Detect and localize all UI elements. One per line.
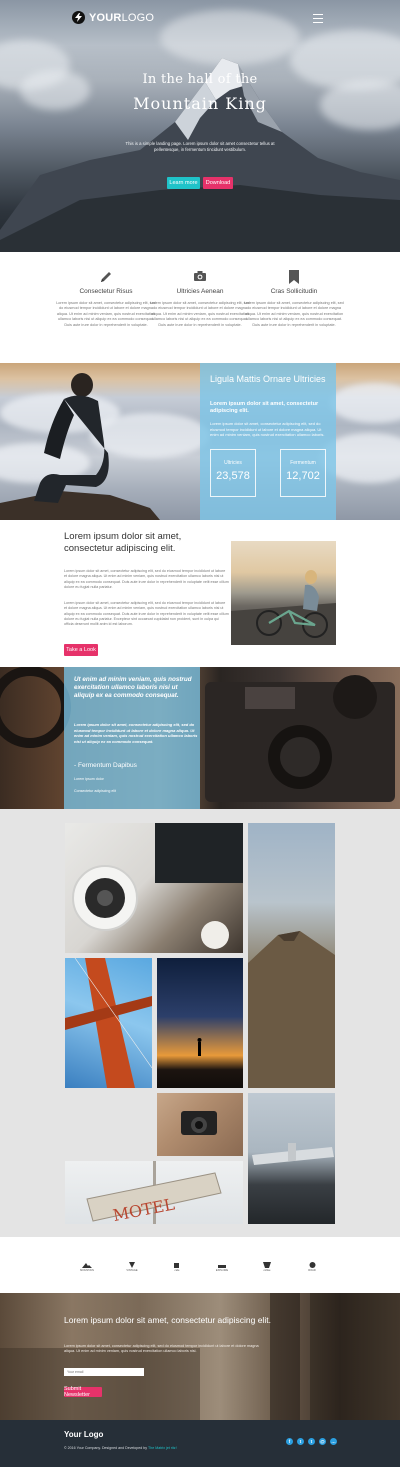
stat-box-2: Fermentum 12,702: [280, 449, 326, 497]
newsletter-body: Lorem ipsum dolor sit amet, consectetur …: [64, 1344, 259, 1354]
testimonial-quote: Ut enim ad minim veniam, quis nostrud ex…: [74, 676, 192, 699]
testimonial-body: Lorem ipsum dolor sit amet, consectetur …: [74, 722, 198, 744]
logo-bold-text: YOUR: [89, 11, 122, 24]
testimonial-meta-2: Consectetur adipiscing elit: [74, 788, 116, 793]
feature-3-text: Lorem ipsum dolor sit amet, consectetur …: [244, 301, 344, 327]
twitter-icon[interactable]: t: [297, 1438, 304, 1445]
camera-background-image: [0, 667, 400, 809]
feature-3-title: Cras Sollicitudin: [270, 288, 318, 295]
email-icon[interactable]: @: [319, 1438, 326, 1445]
submit-newsletter-button[interactable]: Submit Newsletter: [64, 1386, 102, 1398]
feature-2: Ultricies Aenean Lorem ipsum dolor sit a…: [150, 270, 250, 328]
gallery-image-plane-wreck[interactable]: [248, 1093, 335, 1224]
gallery-image-bridge[interactable]: [65, 958, 152, 1088]
gallery-image-motel-sign[interactable]: MOTEL: [65, 1161, 243, 1224]
footer: [0, 1420, 400, 1467]
intro-title: Lorem ipsum dolor sit amet, consectetur …: [64, 531, 182, 554]
gallery-image-volcano[interactable]: [248, 823, 335, 1088]
partner-logo-4: EXPLORE: [209, 1262, 235, 1272]
pencil-icon: [56, 270, 156, 284]
hamburger-menu-icon[interactable]: [313, 14, 323, 23]
newsletter-background-image: [0, 1293, 400, 1420]
testimonial-meta-1: Lorem ipsum dolor: [74, 777, 104, 781]
man-sitting-image: [0, 373, 160, 520]
partner-logo-3: cafe: [164, 1262, 190, 1272]
bookmark-icon: [244, 270, 344, 284]
gallery-image-speaker[interactable]: [65, 823, 243, 953]
cyclist-photo: [231, 541, 336, 645]
gallery-image-camera-hands[interactable]: [157, 1093, 243, 1156]
learn-more-button[interactable]: Learn more: [167, 177, 200, 189]
feature-1: Consectetur Risus Lorem ipsum dolor sit …: [56, 270, 156, 328]
stat-1-value: 23,578: [216, 470, 250, 482]
footer-credit-link[interactable]: The Matrix jet ritz!: [148, 1446, 177, 1450]
intro-paragraph-1: Lorem ipsum dolor sit amet, consectetur …: [64, 569, 229, 589]
logo-light-text: LOGO: [121, 11, 155, 24]
info-panel-title: Ligula Mattis Ornare Ultricies: [210, 374, 326, 384]
feature-2-title: Ultricies Aenean: [176, 288, 224, 295]
info-panel-subtitle: Lorem ipsum dolor sit amet, consectetur …: [210, 401, 319, 414]
testimonial-meta: Lorem ipsum dolor Consectetur adipiscing…: [74, 777, 116, 794]
facebook-icon[interactable]: f: [286, 1438, 293, 1445]
hero-section: [0, 0, 400, 252]
partner-logo-1: MOUNTAIN: [74, 1262, 100, 1272]
partner-logo-5: coffee: [254, 1262, 280, 1272]
feature-3: Cras Sollicitudin Lorem ipsum dolor sit …: [244, 270, 344, 328]
footer-copyright: © 2016 Your Company. Designed and Develo…: [64, 1446, 177, 1450]
intro-paragraph-2: Lorem ipsum dolor sit amet, consectetur …: [64, 601, 229, 627]
tumblr-icon[interactable]: t: [308, 1438, 315, 1445]
newsletter-email-input[interactable]: [64, 1368, 144, 1376]
footer-logo[interactable]: Your Logo: [64, 1430, 103, 1439]
newsletter-title: Lorem ipsum dolor sit amet, consectetur …: [64, 1315, 271, 1325]
gallery-image-silhouette[interactable]: [157, 958, 243, 1088]
hero-title-line1: In the hall of the: [142, 72, 258, 87]
testimonial-author: - Fermentum Dapibus: [74, 762, 137, 769]
mountain-image: [0, 58, 400, 252]
camera-icon: [150, 270, 250, 284]
partner-logo-6: ROAD: [299, 1262, 325, 1272]
logo[interactable]: YOURLOGO: [72, 11, 154, 24]
feature-1-text: Lorem ipsum dolor sit amet, consectetur …: [56, 301, 156, 327]
hero-title-line2: Mountain King: [133, 94, 267, 113]
chat-icon[interactable]: …: [330, 1438, 337, 1445]
stat-1-label: Ultricies: [224, 460, 242, 466]
download-button[interactable]: Download: [203, 177, 233, 189]
feature-1-title: Consectetur Risus: [79, 288, 133, 295]
lightning-bolt-icon: [72, 11, 85, 24]
stat-box-1: Ultricies 23,578: [210, 449, 256, 497]
partner-logo-2: VINTAGE: [119, 1262, 145, 1272]
feature-2-text: Lorem ipsum dolor sit amet, consectetur …: [150, 301, 250, 327]
stat-2-label: Fermentum: [290, 460, 316, 466]
hero-subtitle: This is a simple landing page. Lorem ips…: [125, 141, 275, 152]
info-panel-body: Lorem ipsum dolor sit amet, consectetur …: [210, 421, 325, 438]
take-a-look-button[interactable]: Take a Look: [64, 644, 98, 656]
stat-2-value: 12,702: [286, 470, 320, 482]
